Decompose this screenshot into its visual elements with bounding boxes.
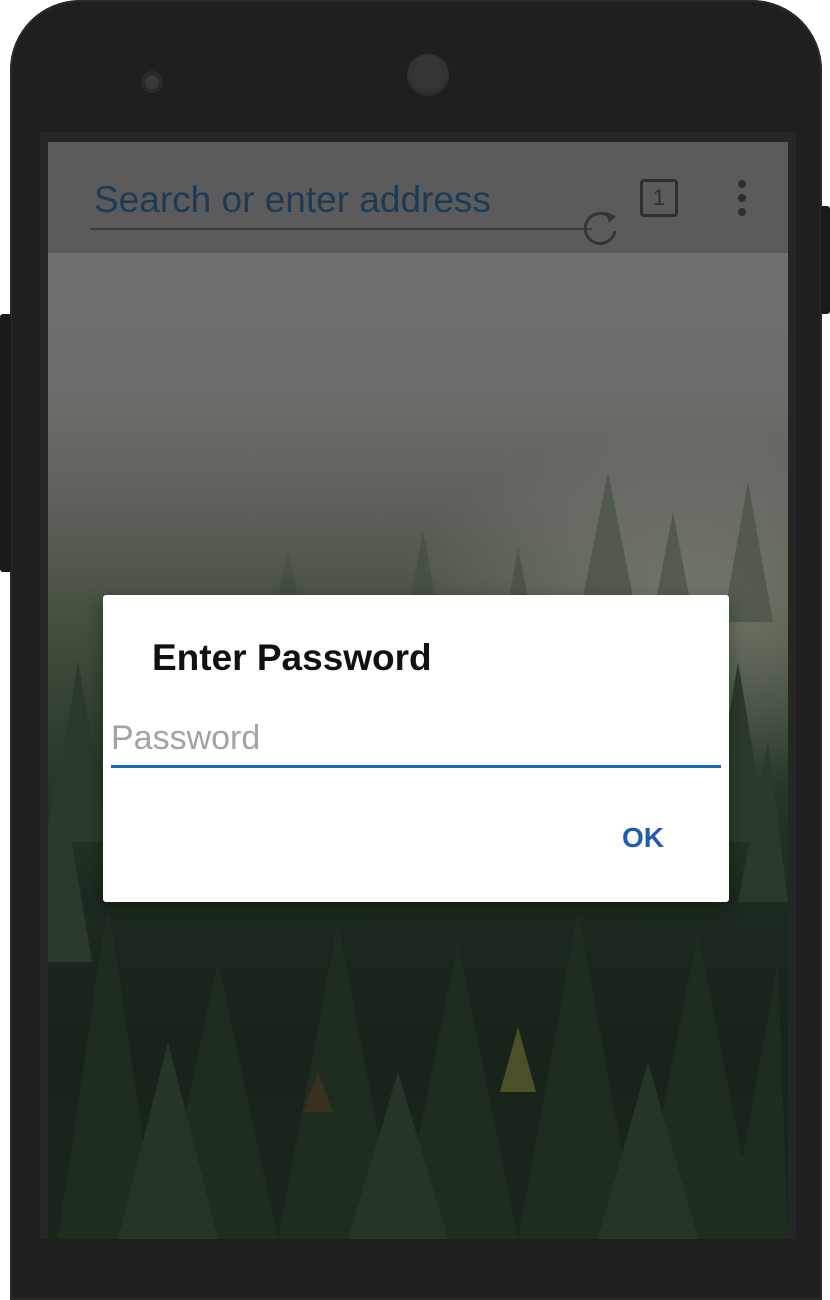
password-field-wrapper[interactable] (111, 711, 721, 768)
password-dialog: Enter Password OK (103, 595, 729, 902)
password-input[interactable] (111, 717, 711, 759)
ok-button[interactable]: OK (603, 813, 683, 863)
front-camera (407, 54, 449, 96)
proximity-sensor (141, 71, 163, 93)
tabs-counter-icon[interactable]: 1 (640, 179, 678, 217)
overflow-menu-icon[interactable] (728, 180, 756, 220)
screen: 1 Enter Password OK (48, 142, 788, 1239)
power-button (821, 206, 830, 314)
reload-icon[interactable] (578, 206, 622, 250)
address-bar[interactable] (90, 172, 617, 245)
address-input[interactable] (94, 180, 514, 220)
volume-button (0, 314, 11, 572)
browser-toolbar: 1 (48, 142, 788, 253)
tab-count: 1 (652, 185, 666, 210)
dialog-title: Enter Password (152, 637, 432, 678)
